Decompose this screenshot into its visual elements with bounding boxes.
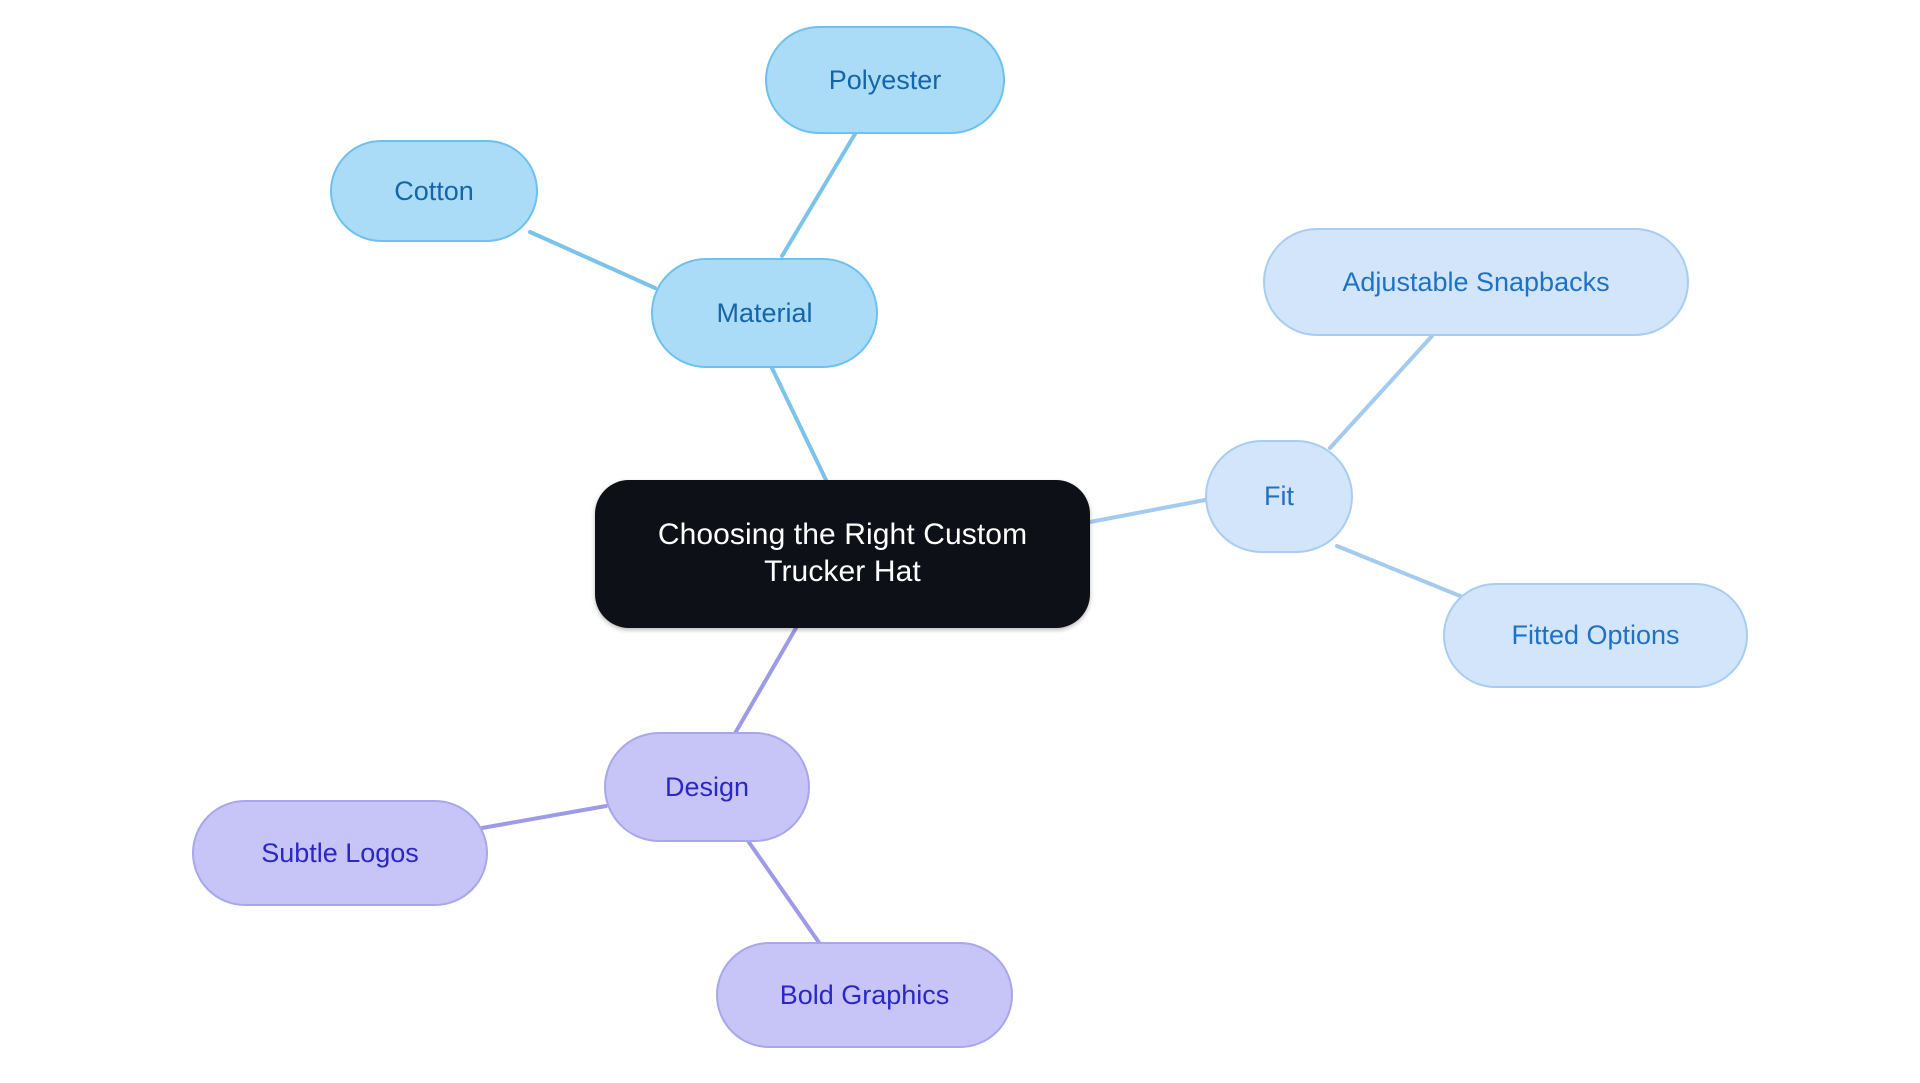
node-fit-label: Fit: [1264, 481, 1294, 512]
edge-root-fit: [1088, 498, 1207, 524]
node-adjustable-snapbacks-label: Adjustable Snapbacks: [1342, 266, 1610, 297]
edge-root-material: [770, 366, 828, 482]
node-root-label: Choosing the Right Custom Trucker Hat: [657, 518, 1028, 588]
node-polyester-label: Polyester: [828, 64, 942, 95]
node-root[interactable]: Choosing the Right Custom Trucker Hat: [595, 480, 1090, 628]
node-polyester[interactable]: Polyester: [765, 26, 1005, 134]
node-material[interactable]: Material: [651, 258, 878, 368]
node-design[interactable]: Design: [604, 732, 810, 842]
edge-root-design: [728, 626, 798, 744]
node-fitted-options-label: Fitted Options: [1511, 620, 1680, 651]
node-fit[interactable]: Fit: [1205, 440, 1353, 553]
node-adjustable-snapbacks[interactable]: Adjustable Snapbacks: [1263, 228, 1689, 336]
node-bold-graphics-label: Bold Graphics: [779, 979, 950, 1010]
node-material-label: Material: [716, 297, 813, 328]
node-cotton-label: Cotton: [394, 175, 474, 206]
node-design-label: Design: [664, 771, 750, 802]
edge-fit-adjustable: [1328, 334, 1434, 450]
edge-design-subtle: [480, 804, 608, 830]
edge-design-bold: [744, 836, 822, 946]
node-fitted-options[interactable]: Fitted Options: [1443, 583, 1748, 688]
edge-material-cotton: [528, 230, 657, 290]
mindmap-canvas: Choosing the Right Custom Trucker Hat Mat…: [0, 0, 1920, 1083]
edge-fit-fitted: [1335, 544, 1472, 602]
node-subtle-logos-label: Subtle Logos: [261, 837, 419, 868]
node-bold-graphics[interactable]: Bold Graphics: [716, 942, 1013, 1048]
node-cotton[interactable]: Cotton: [330, 140, 538, 242]
edge-material-polyester: [780, 132, 857, 258]
node-subtle-logos[interactable]: Subtle Logos: [192, 800, 488, 906]
